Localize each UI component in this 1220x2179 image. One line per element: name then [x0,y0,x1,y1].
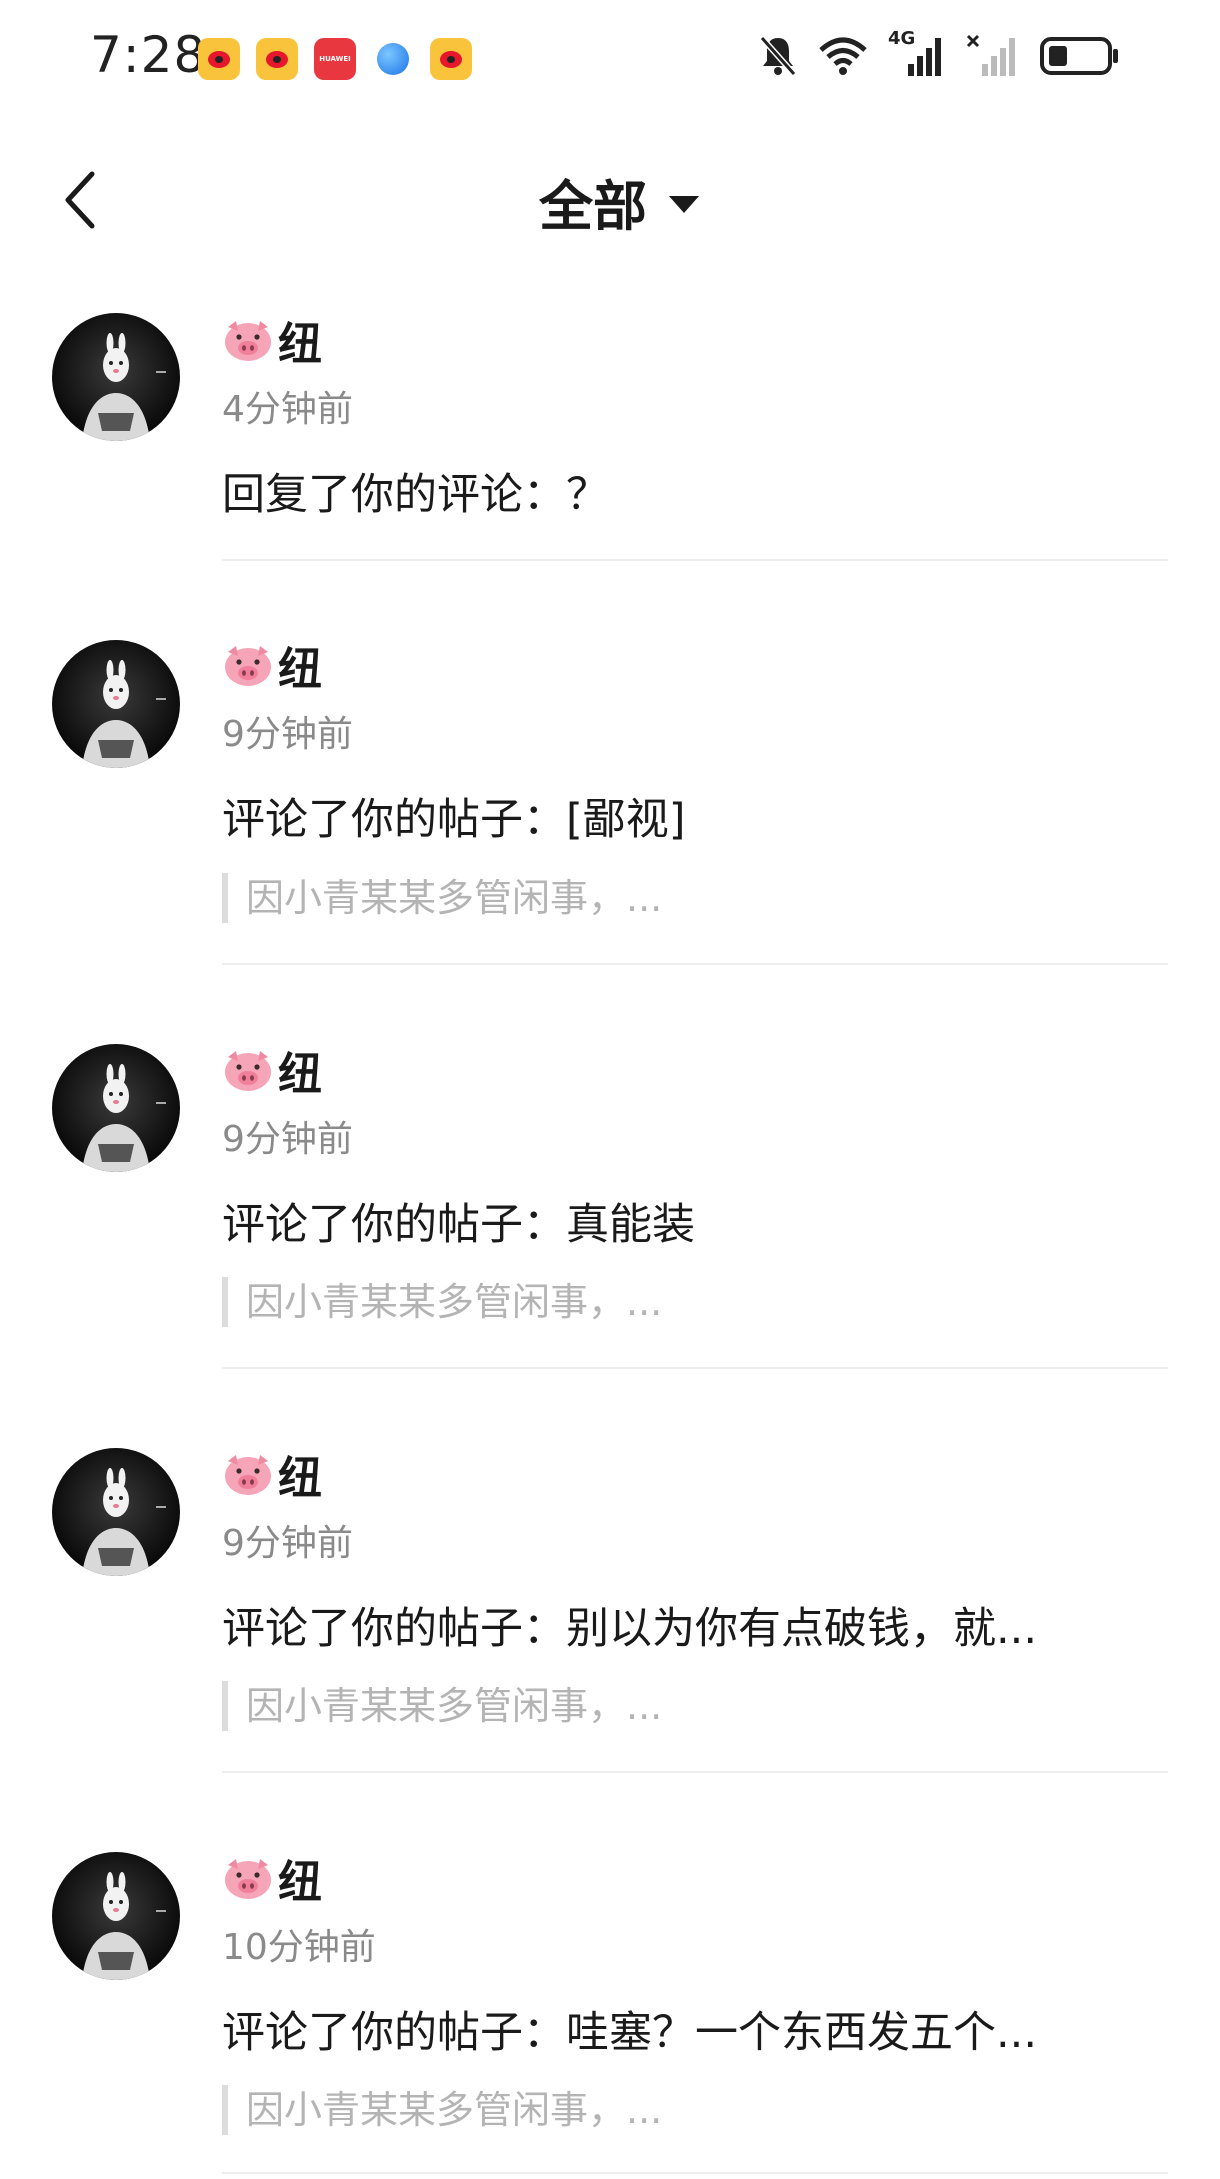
pig-emoji-icon [225,1051,271,1091]
system-icons: 4G [758,28,1120,78]
timestamp: 9分钟前 [222,714,353,755]
weibo-icon [430,38,472,80]
divider [222,1771,1168,1773]
signal-no-service-icon [966,34,1015,76]
battery-icon [1040,37,1118,75]
username-text: 纽 [278,319,322,370]
weibo-icon [256,38,298,80]
username[interactable]: 纽 [222,1442,322,1506]
pig-emoji-icon [225,1455,271,1495]
huawei-appgallery-icon: HUAWEI [314,38,356,80]
avatar[interactable] [52,1448,180,1576]
wifi-icon [819,37,867,75]
caret-down-icon [669,196,699,213]
weibo-icon [198,38,240,80]
top-bar: 全部 [0,150,1220,250]
quoted-post[interactable]: 因小青某某多管闲事，... [222,873,662,923]
divider [222,963,1168,965]
divider [222,2172,1168,2174]
browser-icon [372,38,414,80]
timestamp: 9分钟前 [222,1119,353,1160]
divider [222,559,1168,561]
notification-text: 评论了你的帖子：哇塞？一个东西发五个... [222,2008,1038,2058]
notification-text: 评论了你的帖子：真能装 [222,1200,695,1250]
status-time: 7:28 [90,26,207,84]
username[interactable]: 纽 [222,633,322,697]
quoted-post[interactable]: 因小青某某多管闲事，... [222,1681,662,1731]
username[interactable]: 纽 [222,1846,322,1910]
timestamp: 4分钟前 [222,389,353,430]
quoted-post[interactable]: 因小青某某多管闲事，... [222,1277,662,1327]
pig-emoji-icon [225,646,271,686]
username-text: 纽 [278,1049,322,1100]
username-text: 纽 [278,1453,322,1504]
pig-emoji-icon [225,1859,271,1899]
avatar[interactable] [52,313,180,441]
pig-emoji-icon [225,321,271,361]
avatar[interactable] [52,1852,180,1980]
timestamp: 10分钟前 [222,1927,376,1968]
notification-text: 评论了你的帖子：[鄙视] [222,795,686,845]
divider [222,1367,1168,1369]
bell-muted-icon [759,36,797,76]
username[interactable]: 纽 [222,1038,322,1102]
username[interactable]: 纽 [222,308,322,372]
notification-text: 评论了你的帖子：别以为你有点破钱，就... [222,1604,1038,1654]
huawei-label: HUAWEI [319,55,351,63]
notification-icons: HUAWEI [198,38,472,80]
notification-text: 回复了你的评论：？ [222,470,609,520]
filter-dropdown[interactable]: 全部 [0,162,1220,241]
avatar[interactable] [52,1044,180,1172]
page-title: 全部 [539,175,647,238]
username-text: 纽 [278,644,322,695]
signal-4g-icon: 4G [888,28,946,78]
timestamp: 9分钟前 [222,1523,353,1564]
avatar[interactable] [52,640,180,768]
username-text: 纽 [278,1857,322,1908]
status-bar: 7:28 HUAWEI 4G [0,0,1220,118]
quoted-post[interactable]: 因小青某某多管闲事，... [222,2085,662,2135]
